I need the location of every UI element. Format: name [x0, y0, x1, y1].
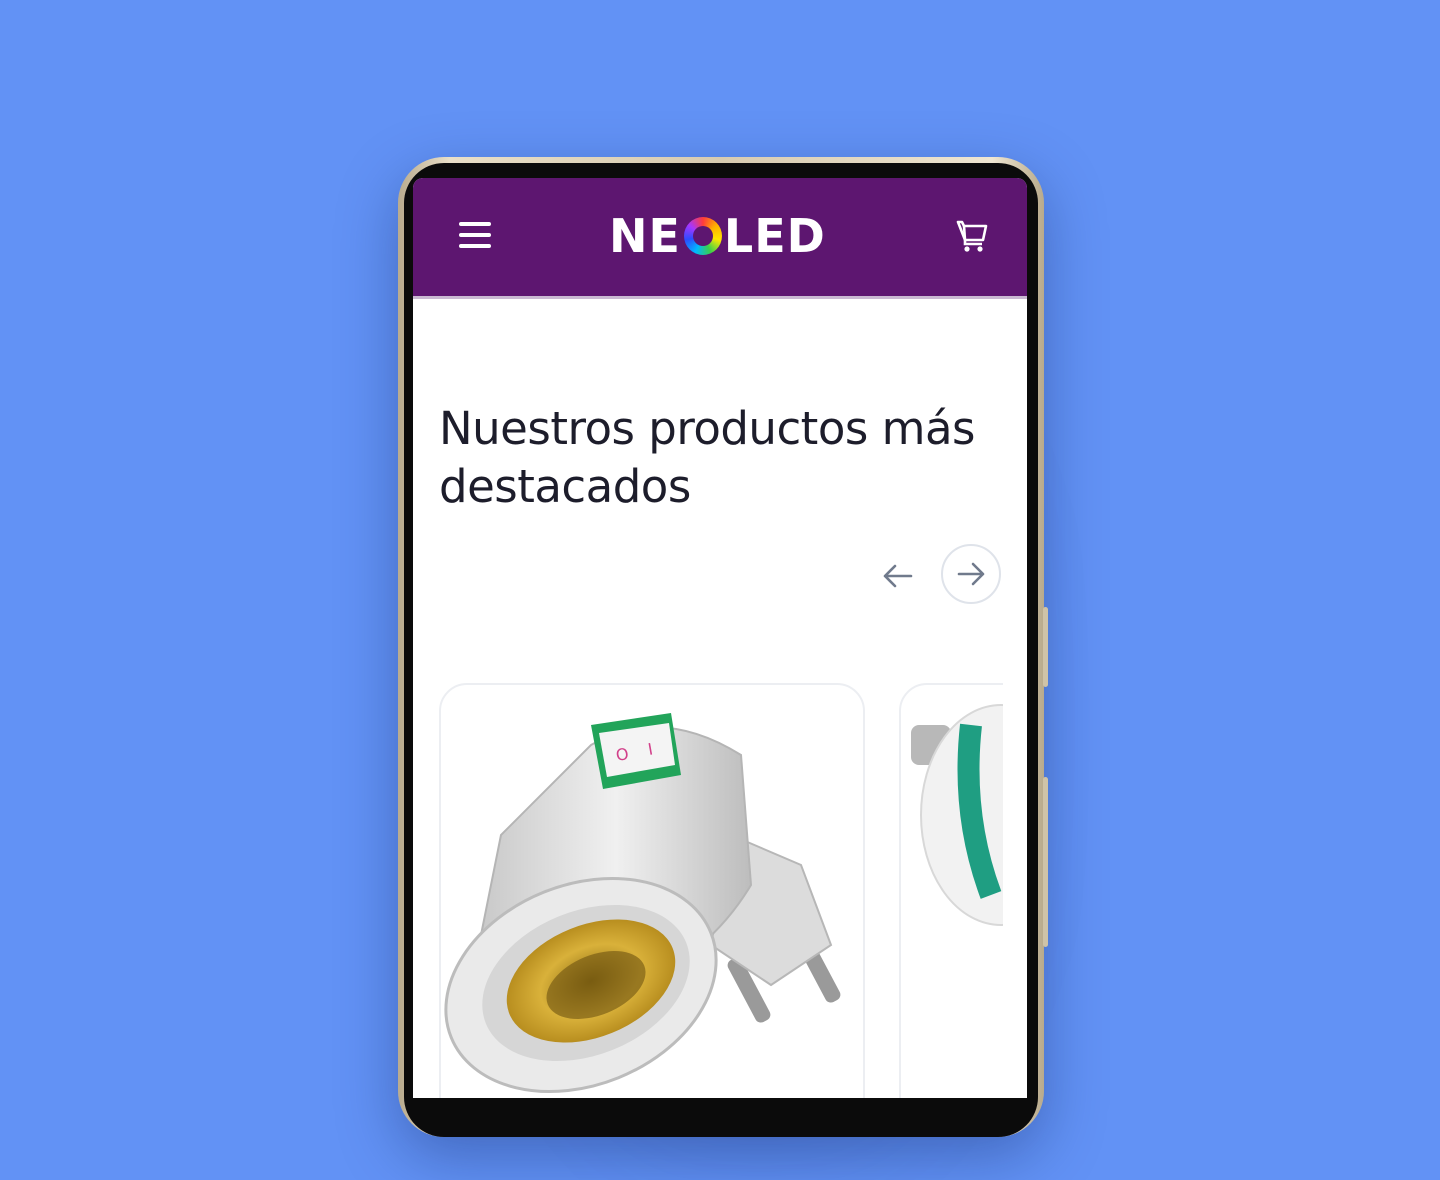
product-card[interactable]: O I — [439, 683, 865, 1098]
logo-text-right: LED — [723, 209, 826, 263]
phone-side-button — [1043, 607, 1048, 687]
hamburger-menu-icon[interactable] — [459, 222, 491, 250]
neoled-logo[interactable]: NE LED — [609, 206, 826, 266]
shopping-cart-icon[interactable] — [955, 218, 989, 254]
logo-text-left: NE — [609, 209, 681, 263]
phone-screen: NE LED Nuestros productos más destacados — [413, 178, 1027, 1098]
arrow-left-icon[interactable] — [875, 558, 919, 594]
lamp-socket-plug-image: O I — [444, 713, 841, 1094]
site-header: NE LED — [413, 178, 1027, 299]
arrow-right-icon — [957, 562, 985, 586]
logo-color-ring-icon — [683, 217, 722, 255]
phone-volume-button — [1043, 777, 1048, 947]
carousel-next-button[interactable] — [941, 544, 1001, 604]
screen-edge-mask — [1003, 668, 1027, 1098]
section-title: Nuestros productos más destacados — [439, 402, 975, 513]
